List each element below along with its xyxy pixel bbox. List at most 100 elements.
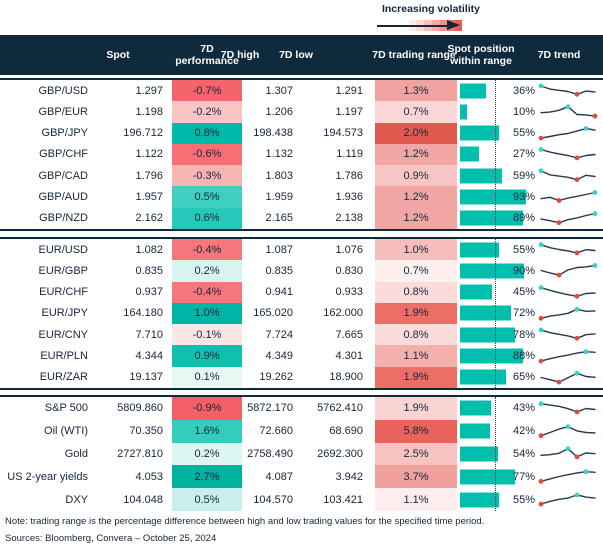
high-value: 104.570 [253, 493, 293, 506]
trend-high-dot [565, 423, 571, 429]
performance-cell: 0.1% [168, 366, 246, 388]
range-value: 0.8% [375, 324, 457, 346]
trend-low-dot [574, 409, 580, 415]
low-value: 0.830 [335, 264, 363, 277]
performance-value: 0.6% [172, 207, 242, 229]
spot-value: 2.162 [135, 212, 163, 225]
trend-sparkline [540, 189, 598, 203]
trend-low-dot [556, 379, 562, 385]
range-value: 1.0% [375, 239, 457, 261]
position-bar [460, 492, 499, 508]
trend-cell [537, 443, 603, 466]
trend-high-dot [538, 168, 544, 174]
trend-cell [537, 282, 603, 303]
performance-value: -0.3% [172, 165, 242, 187]
table-row: US 2-year yields 4.053 2.7% 4.087 3.942 3.7% 7… [0, 465, 603, 489]
row-label: EUR/CHF [39, 286, 88, 299]
table-row: Oil (WTI) 70.350 1.6% 72.660 68.690 5.8% 42% [0, 419, 603, 443]
table-row: S&P 500 5809.860 -0.9% 5872.170 5762.410 1.9%… [0, 397, 603, 420]
spot-value: 19.137 [129, 371, 163, 384]
range-midpoint-line [495, 397, 496, 511]
range-cell: 1.9% [368, 302, 460, 325]
position-cell: 90% [460, 260, 537, 281]
low-value: 18.900 [329, 371, 363, 384]
range-value: 1.2% [375, 143, 457, 166]
trend-low-dot [538, 432, 544, 438]
position-label: 93% [512, 191, 535, 204]
table-row: DXY 104.048 0.5% 104.570 103.421 1.1% 55% [0, 488, 603, 511]
range-cell: 1.1% [368, 345, 460, 367]
footnote: Note: trading range is the percentage di… [5, 516, 485, 527]
trend-sparkline [538, 423, 596, 438]
performance-value: -0.2% [172, 101, 242, 123]
performance-cell: -0.4% [168, 239, 246, 261]
row-label: GBP/EUR [38, 105, 88, 118]
range-cell: 0.8% [368, 324, 460, 346]
range-cell: 1.1% [368, 488, 460, 511]
low-value: 7.665 [335, 328, 363, 341]
performance-cell: 0.2% [168, 260, 246, 282]
trend-sparkline [540, 263, 598, 278]
trend-high-dot [538, 147, 544, 152]
low-value: 1.197 [335, 105, 363, 118]
performance-cell: 0.2% [168, 442, 246, 466]
trend-high-dot [592, 263, 598, 269]
table-row: EUR/CHF 0.937 -0.4% 0.941 0.933 0.8% 45% [0, 281, 603, 303]
trend-low-dot [592, 114, 598, 119]
range-cell: 0.9% [368, 165, 460, 187]
performance-cell: 1.6% [168, 419, 246, 443]
range-value: 1.9% [375, 397, 457, 420]
range-cell: 5.8% [368, 419, 460, 443]
trend-low-dot [574, 454, 580, 460]
position-cell: 72% [460, 303, 537, 324]
position-label: 88% [512, 350, 535, 363]
position-cell: 45% [460, 282, 537, 303]
low-value: 1.786 [335, 169, 363, 182]
high-value: 0.941 [265, 286, 293, 299]
trend-high-dot [565, 104, 571, 110]
trend-high-dot [583, 125, 589, 131]
section-other-assets: S&P 500 5809.860 -0.9% 5872.170 5762.410 1.9%… [0, 395, 603, 511]
table-header: Spot 7D performance 7D high 7D low 7D tr… [0, 35, 603, 75]
range-cell: 1.2% [368, 186, 460, 208]
row-label: S&P 500 [44, 402, 88, 415]
performance-cell: -0.2% [168, 101, 246, 123]
position-bar [460, 146, 480, 162]
trend-sparkline [540, 104, 598, 119]
performance-value: 2.7% [172, 465, 242, 489]
low-value: 1.936 [335, 191, 363, 204]
high-value: 7.724 [265, 328, 293, 341]
row-label: EUR/USD [38, 243, 88, 256]
trend-sparkline [538, 401, 596, 415]
position-bar [460, 104, 468, 120]
trend-cell [537, 465, 603, 488]
high-value: 4.087 [265, 470, 293, 483]
row-label: EUR/JPY [41, 307, 88, 320]
position-bar [460, 327, 516, 343]
position-bar [460, 83, 486, 99]
position-label: 78% [512, 328, 535, 341]
performance-cell: 0.9% [168, 345, 246, 367]
low-value: 2.138 [335, 212, 363, 225]
position-cell: 89% [460, 208, 537, 229]
range-value: 0.7% [375, 260, 457, 282]
low-value: 162.000 [323, 307, 363, 320]
position-label: 45% [512, 286, 535, 299]
position-cell: 43% [460, 397, 537, 420]
header-spot: Spot [106, 48, 130, 61]
trend-sparkline [540, 370, 596, 385]
trend-cell [537, 239, 603, 260]
trend-cell [537, 303, 603, 324]
range-cell: 1.0% [368, 239, 460, 261]
low-value: 4.301 [335, 350, 363, 363]
spot-value: 0.937 [135, 286, 163, 299]
trend-cell [537, 208, 603, 229]
volatility-arrow-line [377, 25, 449, 27]
volatility-legend-label: Increasing volatility [381, 3, 481, 15]
performance-value: 0.9% [172, 345, 242, 367]
spot-value: 4.344 [135, 350, 163, 363]
position-label: 55% [512, 493, 535, 506]
row-label: DXY [65, 493, 88, 506]
position-cell: 59% [460, 165, 537, 186]
trend-low-dot [574, 177, 580, 183]
